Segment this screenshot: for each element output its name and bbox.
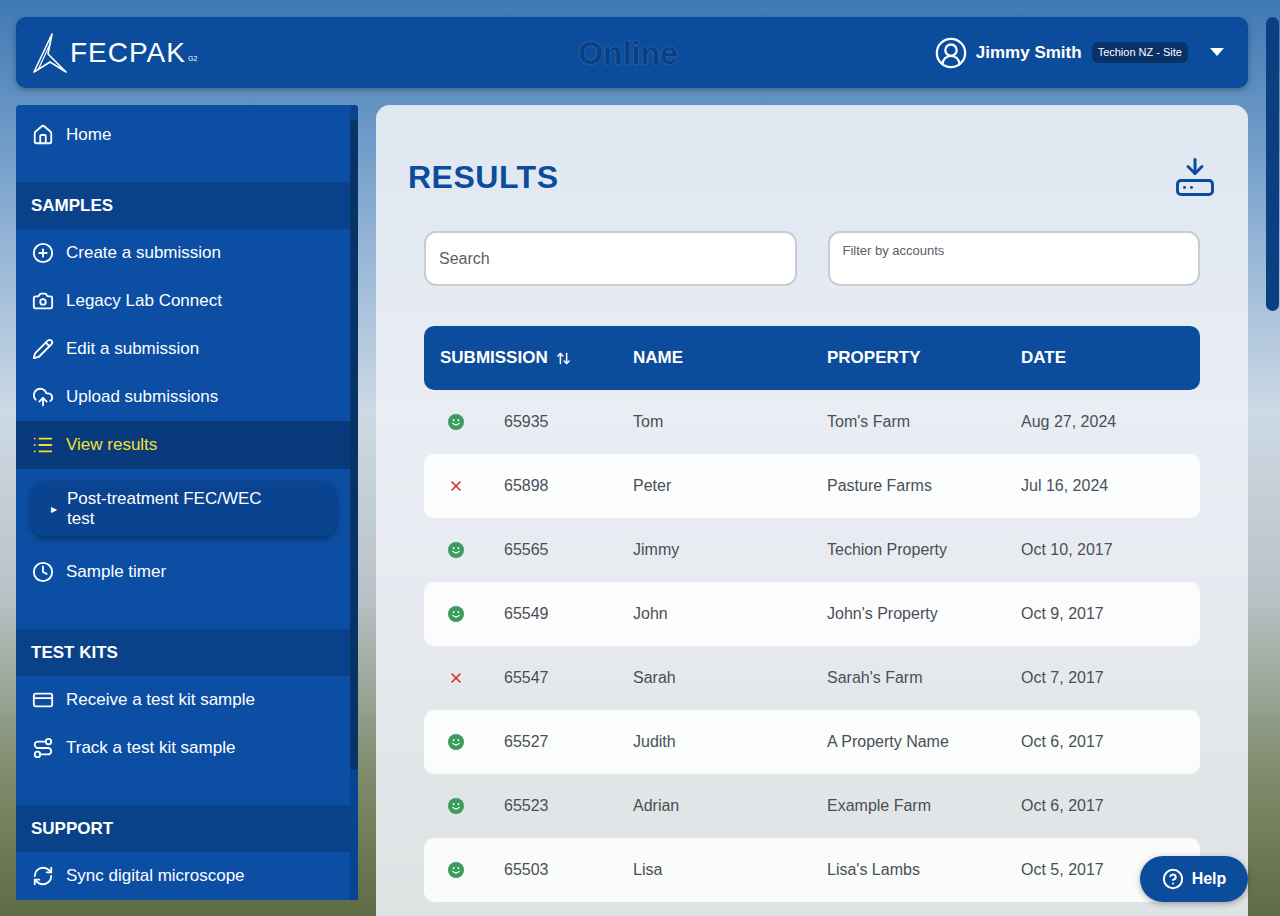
sidebar: Home SAMPLESCreate a submissionLegacy Lab… [16, 105, 358, 900]
sidebar-section: SAMPLESCreate a submissionLegacy Lab Con… [16, 182, 350, 596]
table-row[interactable]: 65547SarahSarah's FarmOct 7, 2017 [424, 646, 1200, 710]
page-title: RESULTS [408, 153, 558, 201]
header-bar: FECPAKG2 Online Jimmy SmithTechion NZ - Si… [16, 17, 1248, 88]
sidebar-section: TEST KITSReceive a test kit sampleTrack … [16, 629, 350, 772]
sort-icon[interactable] [556, 351, 571, 366]
pass-icon [448, 862, 464, 878]
table-row[interactable]: 65565JimmyTechion PropertyOct 10, 2017 [424, 518, 1200, 582]
download-icon[interactable] [1174, 156, 1216, 198]
sidebar-item[interactable]: Upload submissions [16, 373, 350, 421]
table-row[interactable]: 65935TomTom's FarmAug 27, 2024 [424, 390, 1200, 454]
account-filter[interactable]: Filter by accounts [828, 231, 1201, 286]
section-heading: SAMPLES [16, 182, 350, 229]
table-header: SUBMISSIONNAMEPROPERTYDATE [424, 326, 1200, 390]
sidebar-item-icon [32, 434, 54, 456]
fail-icon [448, 670, 464, 686]
column-header: PROPERTY [827, 345, 1021, 371]
table-row[interactable]: 65527JudithA Property NameOct 6, 2017 [424, 710, 1200, 774]
sidebar-item[interactable]: Create a submission [16, 229, 350, 277]
sidebar-section: SUPPORTSync digital microscope [16, 805, 350, 900]
page: FECPAKG2 Online Jimmy SmithTechion NZ - Si… [0, 0, 1248, 916]
table-row[interactable]: 65898PeterPasture FarmsJul 16, 2024 [424, 454, 1200, 518]
column-header: NAME [633, 345, 827, 371]
sidebar-item[interactable]: Receive a test kit sample [16, 676, 350, 724]
table-row[interactable]: 65549JohnJohn's PropertyOct 9, 2017 [424, 582, 1200, 646]
sidebar-item-icon [32, 689, 54, 711]
sidebar-item-icon [32, 386, 54, 408]
sidebar-item[interactable]: Edit a submission [16, 325, 350, 373]
table-row[interactable]: 65503LisaLisa's LambsOct 5, 2017 [424, 838, 1200, 902]
column-header: DATE [1021, 345, 1200, 371]
app-title: Online [578, 29, 678, 77]
section-heading: TEST KITS [16, 629, 350, 676]
pass-icon [448, 542, 464, 558]
sidebar-item[interactable]: Track a test kit sample [16, 724, 350, 772]
search-field[interactable]: Search [424, 231, 797, 286]
sidebar-item-icon [32, 865, 54, 887]
section-heading: SUPPORT [16, 805, 350, 852]
results-panel: RESULTS Search Filter by accounts SUBMISSIO… [376, 105, 1248, 916]
sidebar-item[interactable]: Sample timer [16, 548, 350, 596]
pass-icon [448, 606, 464, 622]
sidebar-item-icon [32, 290, 54, 312]
expand-marker: ▸ [51, 500, 57, 518]
sidebar-item-icon [32, 338, 54, 360]
table-row[interactable]: 65523AdrianExample FarmOct 6, 2017 [424, 774, 1200, 838]
sidebar-item[interactable]: Sync digital microscope [16, 852, 350, 900]
pass-icon [448, 798, 464, 814]
fail-icon [448, 478, 464, 494]
column-header[interactable]: SUBMISSION [440, 345, 633, 371]
logo[interactable]: FECPAKG2 [32, 32, 332, 74]
logo-icon [32, 32, 68, 74]
sidebar-item-icon [32, 242, 54, 264]
help-button[interactable]: Help [1140, 856, 1248, 902]
site-badge: Techion NZ - Site [1092, 42, 1188, 63]
user-avatar-icon [934, 36, 968, 70]
sidebar-item-icon [32, 737, 54, 759]
page-scrollbar[interactable] [1266, 17, 1279, 311]
help-icon [1162, 868, 1184, 890]
sidebar-item-icon [32, 561, 54, 583]
sidebar-item[interactable]: Home [16, 120, 350, 149]
sidebar-item-icon [32, 124, 54, 146]
results-table: SUBMISSIONNAMEPROPERTYDATE65935TomTom's … [424, 326, 1200, 902]
sidebar-subitem[interactable]: ▸Post-treatment FEC/WEC test [31, 481, 336, 536]
sidebar-item[interactable]: Legacy Lab Connect [16, 277, 350, 325]
pass-icon [448, 734, 464, 750]
pass-icon [448, 414, 464, 430]
user-menu[interactable]: Jimmy SmithTechion NZ - Site [924, 36, 1224, 70]
app: FECPAKG2 Online Jimmy SmithTechion NZ - Si… [0, 0, 1280, 916]
sidebar-scrollbar[interactable] [350, 105, 358, 900]
dropdown-caret-icon [1210, 48, 1224, 57]
sidebar-item[interactable]: View results [16, 421, 350, 469]
